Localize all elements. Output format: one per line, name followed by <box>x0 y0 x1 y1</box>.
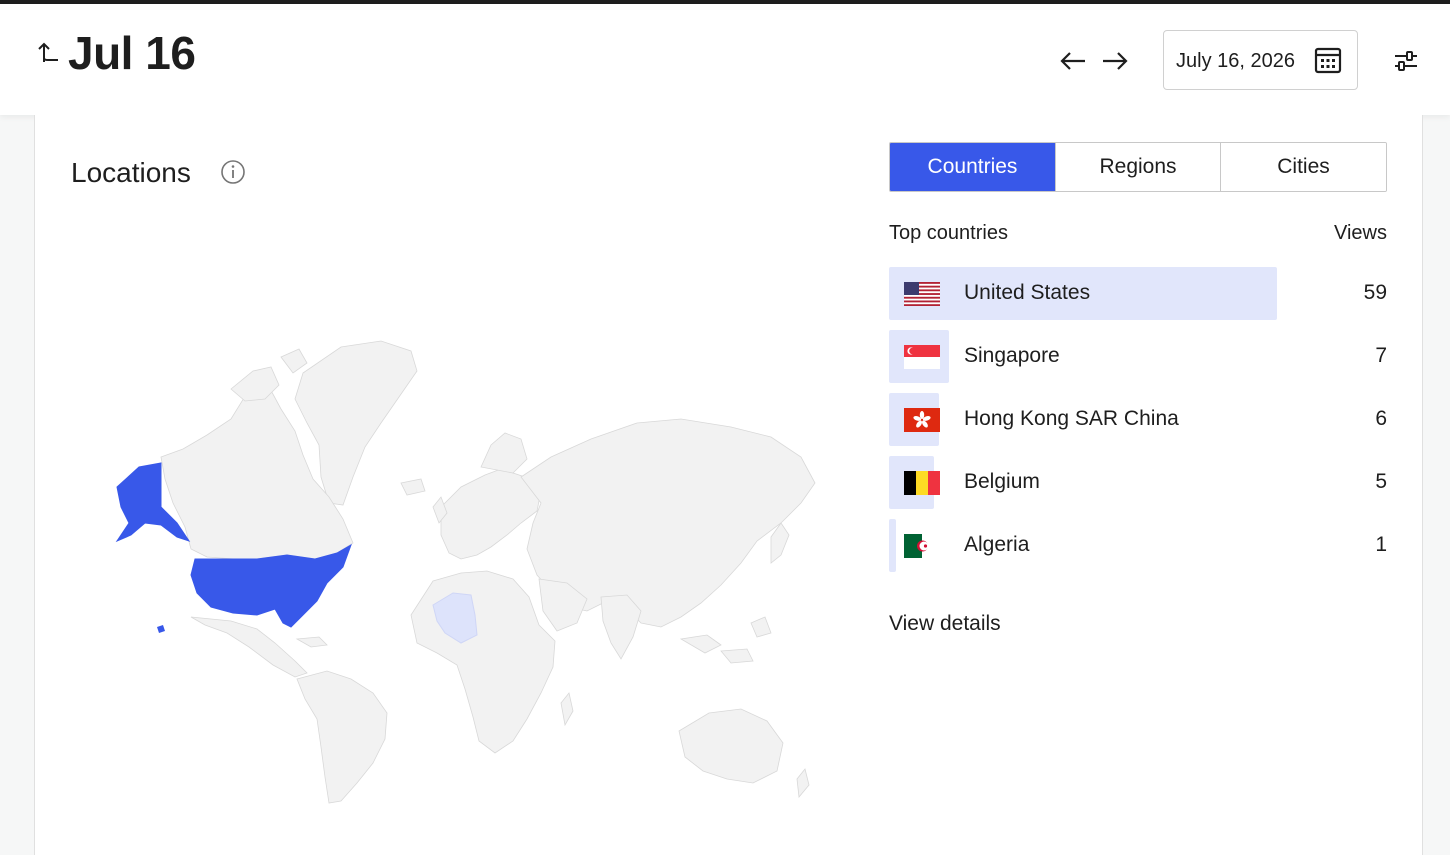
country-name: Hong Kong SAR China <box>964 407 1179 430</box>
arrow-right-icon[interactable] <box>1099 48 1131 74</box>
row-bar <box>889 519 896 572</box>
country-views: 6 <box>1375 407 1387 430</box>
map-south-america <box>296 670 388 804</box>
tab-regions[interactable]: Regions <box>1056 143 1221 191</box>
view-details-link[interactable]: View details <box>889 612 1001 636</box>
locations-card: Locations Countries Regions Cities Top c… <box>34 115 1423 855</box>
date-picker[interactable]: July 16, 2026 <box>1163 30 1358 90</box>
country-name: Belgium <box>964 470 1040 493</box>
list-header-name: Top countries <box>889 222 1008 244</box>
list-item[interactable]: Algeria 1 <box>889 519 1387 572</box>
arrow-left-icon[interactable] <box>1057 48 1089 74</box>
card-title: Locations <box>71 157 191 188</box>
map-australia <box>678 708 784 784</box>
country-name: Algeria <box>964 533 1030 556</box>
map-hawaii <box>157 625 165 633</box>
dz-flag-icon <box>904 534 940 558</box>
calendar-icon <box>1314 47 1342 74</box>
list-header-views: Views <box>1334 222 1387 244</box>
date-picker-value: July 16, 2026 <box>1176 50 1295 72</box>
info-icon[interactable] <box>220 159 246 185</box>
countries-list: United States 59 Singapore 7 Hong Kong S… <box>889 267 1387 582</box>
list-item[interactable]: United States 59 <box>889 267 1387 320</box>
page-title: Jul 16 <box>68 27 196 79</box>
location-tabs: Countries Regions Cities <box>889 142 1387 192</box>
country-name: Singapore <box>964 344 1060 367</box>
us-flag-icon <box>904 282 940 306</box>
map-africa <box>410 570 556 754</box>
country-views: 59 <box>1363 281 1387 304</box>
list-item[interactable]: Hong Kong SAR China 6 <box>889 393 1387 446</box>
tab-cities[interactable]: Cities <box>1221 143 1386 191</box>
page-header: Jul 16 July 16, 2026 <box>0 4 1450 115</box>
list-item[interactable]: Singapore 7 <box>889 330 1387 383</box>
list-item[interactable]: Belgium 5 <box>889 456 1387 509</box>
country-views: 1 <box>1375 533 1387 556</box>
country-name: United States <box>964 281 1091 304</box>
sliders-icon[interactable] <box>1391 49 1421 73</box>
world-map <box>115 340 816 804</box>
country-views: 7 <box>1375 344 1387 367</box>
hk-flag-icon <box>904 408 940 432</box>
tab-countries[interactable]: Countries <box>890 143 1056 191</box>
country-views: 5 <box>1375 470 1387 493</box>
sg-flag-icon <box>904 345 940 369</box>
back-arrow-icon[interactable] <box>36 36 62 66</box>
be-flag-icon <box>904 471 940 495</box>
